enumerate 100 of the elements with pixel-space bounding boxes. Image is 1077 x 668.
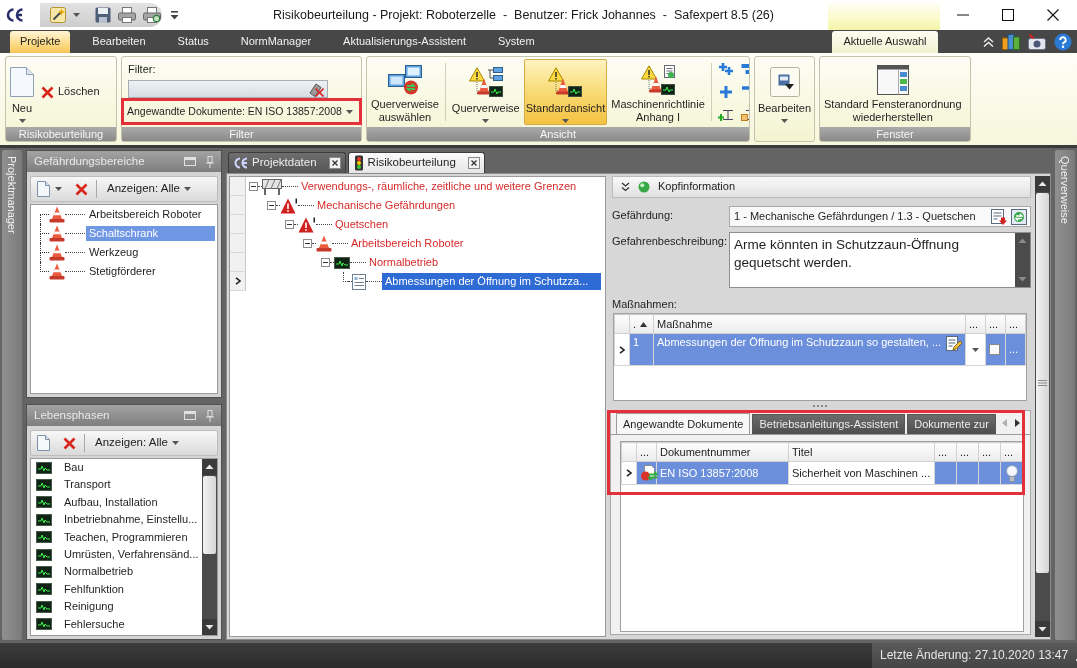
collapse-icon[interactable] xyxy=(285,220,294,229)
list-item[interactable]: Umrüsten, Verfahrensänd... xyxy=(62,548,201,562)
filter-button[interactable]: Anzeigen: Alle xyxy=(93,435,181,451)
tree-item[interactable]: Arbeitsbereich Roboter xyxy=(86,206,205,223)
pin-icon[interactable] xyxy=(206,155,214,168)
ribbon-button[interactable]: Bearbeiten xyxy=(755,59,814,139)
scroll-down-icon[interactable] xyxy=(202,619,217,635)
customize-icon[interactable] xyxy=(170,10,179,20)
plus-icon[interactable] xyxy=(717,86,734,98)
row-header[interactable] xyxy=(230,272,246,291)
close-icon[interactable] xyxy=(467,157,480,169)
ribbon-tab[interactable]: Projekte xyxy=(10,31,71,53)
list-item[interactable]: Reinigung xyxy=(62,600,116,614)
pin-icon[interactable] xyxy=(206,409,214,422)
panel-tab[interactable]: Dokumente zur xyxy=(907,414,996,435)
caret-icon[interactable] xyxy=(55,187,62,191)
ribbon-button[interactable]: Neu xyxy=(8,59,36,125)
document-tab[interactable]: Projektdaten xyxy=(228,152,346,173)
ribbon-tab[interactable]: System xyxy=(481,31,551,53)
ribbon-tab[interactable]: NormManager xyxy=(224,31,328,53)
ribbon-button[interactable]: Querverweise auswählen xyxy=(369,59,441,125)
expand-all-icon[interactable] xyxy=(717,63,734,75)
scroll-up-icon[interactable] xyxy=(202,459,217,475)
sync-arrows-icon[interactable] xyxy=(1011,208,1027,225)
description-field[interactable]: Arme könnten in Schutzzaun-Öffnung gequetscht werden. xyxy=(729,232,1031,288)
print-icon[interactable] xyxy=(118,7,136,23)
panel-tab[interactable]: Angewandte Dokumente xyxy=(616,413,751,435)
ribbon-tab[interactable]: Bearbeiten xyxy=(76,31,162,53)
collapse-icon[interactable] xyxy=(249,182,258,191)
ribbon-button[interactable]: Löschen xyxy=(38,82,103,102)
ribbon-button[interactable]: Maschinenrichtlinie Anhang I xyxy=(609,59,707,125)
list-item[interactable]: Normalbetrieb xyxy=(62,565,136,579)
tree-item[interactable]: Abmessungen der Öffnung im Schutzza... xyxy=(382,272,601,291)
list-item[interactable]: Teachen, Programmieren xyxy=(62,530,190,544)
camera-icon[interactable] xyxy=(1028,33,1046,50)
lightbulb-icon[interactable] xyxy=(1005,464,1018,482)
list-item[interactable]: Fehlfunktion xyxy=(62,582,126,596)
save-icon[interactable] xyxy=(95,7,111,23)
tree-item[interactable]: Werkzeug xyxy=(86,244,142,261)
splitter-grip-icon[interactable] xyxy=(813,404,827,407)
collapse-icon[interactable] xyxy=(303,239,312,248)
maximize-icon[interactable] xyxy=(1001,9,1014,21)
column-header[interactable]: ... xyxy=(956,442,979,462)
tree-item[interactable]: Verwendungs-, räumliche, zeitliche und weitere Grenzen xyxy=(298,177,580,196)
hazard-field[interactable]: 1 - Mechanische Gefährdungen / 1.3 - Quetschen xyxy=(729,206,1031,227)
scrollbar[interactable] xyxy=(1035,176,1050,637)
column-header[interactable]: . xyxy=(629,314,654,334)
scrollbar[interactable] xyxy=(202,459,217,635)
scroll-down-icon[interactable] xyxy=(1035,621,1050,637)
scrollbar-thumb[interactable] xyxy=(1036,193,1049,573)
wand-icon[interactable] xyxy=(50,7,66,23)
ribbon-button[interactable]: Querverweise xyxy=(449,59,522,125)
filter-button[interactable]: Anzeigen: Alle xyxy=(105,181,193,197)
ribbon-button[interactable]: Standardansicht xyxy=(523,59,608,125)
collapse-icon[interactable] xyxy=(267,201,276,210)
close-icon[interactable] xyxy=(1046,9,1059,21)
minimize-icon[interactable] xyxy=(956,14,969,16)
print-preview-icon[interactable] xyxy=(143,7,161,23)
list-item[interactable]: Fehlersuche xyxy=(62,617,127,631)
ribbon-tab[interactable]: Status xyxy=(161,31,225,53)
tree-item[interactable]: Stetigförderer xyxy=(86,263,159,280)
collapse-ribbon-icon[interactable] xyxy=(983,36,994,47)
column-header[interactable]: ... xyxy=(978,442,1001,462)
tree-item[interactable]: Quetschen xyxy=(332,215,392,234)
tree-item[interactable]: Mechanische Gefährdungen xyxy=(314,196,459,215)
list-item[interactable]: Aufbau, Installation xyxy=(62,495,160,510)
scroll-right-icon[interactable] xyxy=(1014,418,1020,427)
new-document-icon[interactable] xyxy=(37,435,50,451)
filter-dropdown[interactable]: Angewandte Dokumente: EN ISO 13857:2008 xyxy=(121,98,362,125)
tree-item[interactable]: Arbeitsbereich Roboter xyxy=(348,234,467,253)
list-item[interactable]: Transport xyxy=(62,478,113,492)
column-header[interactable]: ... xyxy=(1000,442,1023,462)
add-level-icon[interactable] xyxy=(717,109,734,121)
delete-icon[interactable] xyxy=(75,182,88,196)
section-header[interactable]: Kopfinformation xyxy=(612,176,1031,198)
float-window-icon[interactable] xyxy=(184,411,196,420)
eraser-icon[interactable] xyxy=(309,81,324,97)
tree-item[interactable]: Normalbetrieb xyxy=(366,253,442,272)
column-header[interactable]: Titel xyxy=(788,442,935,462)
edit-icon[interactable] xyxy=(946,336,962,353)
close-icon[interactable] xyxy=(328,157,341,169)
help-icon[interactable] xyxy=(1054,32,1072,51)
scrollbar-thumb[interactable] xyxy=(203,476,216,555)
list-item[interactable]: Bau xyxy=(62,461,86,475)
filter-input[interactable] xyxy=(128,80,328,99)
float-window-icon[interactable] xyxy=(184,157,196,166)
list-item[interactable]: Inbetriebnahme, Einstellu... xyxy=(62,513,200,527)
checkbox[interactable] xyxy=(989,344,1000,356)
new-document-icon[interactable] xyxy=(37,181,50,197)
app-logo-icon[interactable] xyxy=(4,6,24,24)
scroll-up-icon[interactable] xyxy=(1035,176,1050,192)
books-icon[interactable] xyxy=(1002,33,1020,50)
table-row[interactable]: EN ISO 13857:2008 Sicherheit von Maschinen ... xyxy=(621,461,1023,485)
ribbon-tab[interactable]: Aktualisierungs-Assistent xyxy=(327,31,482,53)
document-tab[interactable]: Risikobeurteilung xyxy=(347,152,485,173)
collapse-icon[interactable] xyxy=(321,258,330,267)
column-header[interactable]: ... xyxy=(934,442,957,462)
ribbon-button[interactable]: Standard Fensteranordnung wiederherstellen xyxy=(822,59,964,125)
column-header[interactable]: Dokumentnummer xyxy=(656,442,789,462)
caret-icon[interactable] xyxy=(73,13,80,17)
